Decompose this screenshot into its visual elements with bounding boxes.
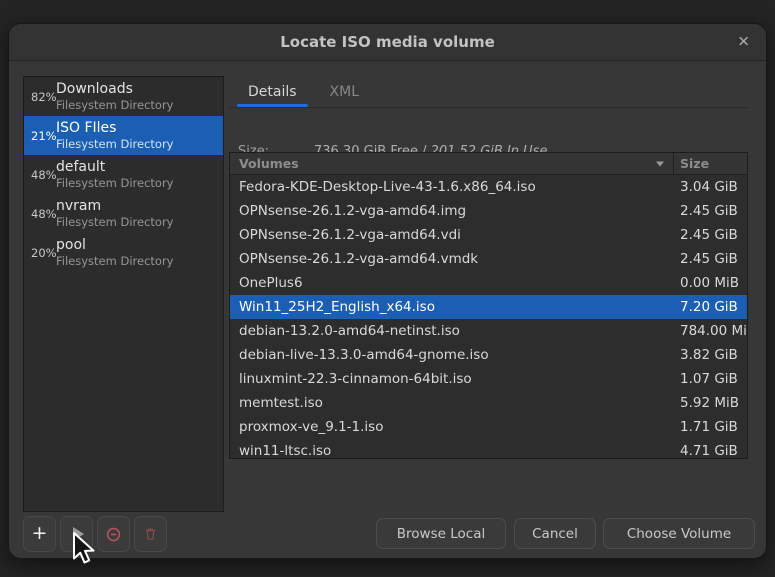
pool-usage-percent: 82%: [24, 90, 56, 104]
stop-circle-icon: [105, 526, 122, 543]
pool-name: nvram: [56, 198, 173, 215]
column-header-volumes[interactable]: Volumes: [230, 153, 674, 174]
column-header-size-label: Size: [680, 156, 709, 171]
pool-name: pool: [56, 237, 173, 254]
volume-size: 2.45 GiB: [674, 251, 747, 267]
volume-name: Win11_25H2_English_x64.iso: [230, 299, 674, 315]
close-icon[interactable]: ✕: [737, 35, 750, 50]
pool-text: nvramFilesystem Directory: [56, 198, 173, 229]
pool-usage-percent: 48%: [24, 207, 56, 221]
pool-text: ISO FIlesFilesystem Directory: [56, 120, 173, 151]
volume-row[interactable]: win11-ltsc.iso4.71 GiB: [230, 439, 747, 459]
volume-name: Fedora-KDE-Desktop-Live-43-1.6.x86_64.is…: [230, 179, 674, 195]
pool-type: Filesystem Directory: [56, 137, 173, 151]
pool-item-nvram[interactable]: 48%nvramFilesystem Directory: [24, 194, 223, 233]
browse-local-label: Browse Local: [397, 526, 485, 542]
volume-name: debian-live-13.3.0-amd64-gnome.iso: [230, 347, 674, 363]
volume-size: 1.71 GiB: [674, 419, 747, 435]
pool-usage-percent: 21%: [24, 129, 56, 143]
volume-name: OPNsense-26.1.2-vga-amd64.vdi: [230, 227, 674, 243]
volume-row[interactable]: OPNsense-26.1.2-vga-amd64.img2.45 GiB: [230, 199, 747, 223]
volume-size: 4.71 GiB: [674, 443, 747, 459]
details-tabbar: Details XML: [229, 76, 748, 108]
pool-actions-toolbar: +: [23, 516, 167, 552]
volume-size: 2.45 GiB: [674, 227, 747, 243]
volume-row[interactable]: Fedora-KDE-Desktop-Live-43-1.6.x86_64.is…: [230, 175, 747, 199]
add-pool-button[interactable]: +: [23, 516, 56, 552]
choose-volume-button[interactable]: Choose Volume: [603, 518, 755, 549]
play-icon: [73, 527, 84, 541]
pool-text: defaultFilesystem Directory: [56, 159, 173, 190]
trash-icon: [143, 526, 158, 542]
delete-pool-button[interactable]: [134, 516, 167, 552]
cancel-button[interactable]: Cancel: [514, 518, 596, 549]
pool-type: Filesystem Directory: [56, 98, 173, 112]
pool-type: Filesystem Directory: [56, 215, 173, 229]
active-tab-underline: [237, 104, 308, 107]
volume-size: 0.00 MiB: [674, 275, 747, 291]
choose-volume-label: Choose Volume: [627, 526, 731, 542]
volume-name: linuxmint-22.3-cinnamon-64bit.iso: [230, 371, 674, 387]
volume-size: 2.45 GiB: [674, 203, 747, 219]
pool-text: DownloadsFilesystem Directory: [56, 81, 173, 112]
pool-text: poolFilesystem Directory: [56, 237, 173, 268]
dialog-titlebar: Locate ISO media volume ✕: [9, 24, 766, 61]
tab-details-label: Details: [248, 84, 297, 100]
column-header-size[interactable]: Size: [674, 153, 747, 174]
pool-usage-percent: 20%: [24, 246, 56, 260]
pool-item-default[interactable]: 48%defaultFilesystem Directory: [24, 155, 223, 194]
pool-item-pool[interactable]: 20%poolFilesystem Directory: [24, 233, 223, 272]
browse-local-button[interactable]: Browse Local: [376, 518, 506, 549]
volume-row[interactable]: OPNsense-26.1.2-vga-amd64.vdi2.45 GiB: [230, 223, 747, 247]
volume-name: OPNsense-26.1.2-vga-amd64.img: [230, 203, 674, 219]
tab-xml[interactable]: XML: [316, 76, 373, 107]
volume-name: win11-ltsc.iso: [230, 443, 674, 459]
pool-item-downloads[interactable]: 82%DownloadsFilesystem Directory: [24, 77, 223, 116]
volume-row[interactable]: memtest.iso5.92 MiB: [230, 391, 747, 415]
volume-row[interactable]: debian-13.2.0-amd64-netinst.iso784.00 Mi…: [230, 319, 747, 343]
volume-size: 3.04 GiB: [674, 179, 747, 195]
pool-name: Downloads: [56, 81, 173, 98]
pool-type: Filesystem Directory: [56, 254, 173, 268]
volume-name: OPNsense-26.1.2-vga-amd64.vmdk: [230, 251, 674, 267]
tab-details[interactable]: Details: [234, 76, 311, 107]
volume-size: 7.20 GiB: [674, 299, 747, 315]
pool-type: Filesystem Directory: [56, 176, 173, 190]
volume-name: proxmox-ve_9.1-1.iso: [230, 419, 674, 435]
volumes-table-body: Fedora-KDE-Desktop-Live-43-1.6.x86_64.is…: [230, 175, 747, 459]
volume-row[interactable]: linuxmint-22.3-cinnamon-64bit.iso1.07 Gi…: [230, 367, 747, 391]
volume-name: OnePlus6: [230, 275, 674, 291]
volume-name: memtest.iso: [230, 395, 674, 411]
volume-size: 1.07 GiB: [674, 371, 747, 387]
volumes-table: Volumes Size Fedora-KDE-Desktop-Live-43-…: [229, 152, 748, 459]
storage-pool-list: 82%DownloadsFilesystem Directory21%ISO F…: [23, 76, 224, 512]
plus-icon: +: [32, 524, 48, 543]
volume-row[interactable]: Win11_25H2_English_x64.iso7.20 GiB: [230, 295, 747, 319]
tab-xml-label: XML: [330, 84, 359, 100]
volume-size: 3.82 GiB: [674, 347, 747, 363]
sort-descending-icon: [656, 161, 664, 166]
pool-name: ISO FIles: [56, 120, 173, 137]
column-header-volumes-label: Volumes: [239, 156, 299, 171]
cancel-label: Cancel: [532, 526, 578, 542]
stop-pool-button[interactable]: [97, 516, 130, 552]
volume-row[interactable]: OnePlus60.00 MiB: [230, 271, 747, 295]
volume-name: debian-13.2.0-amd64-netinst.iso: [230, 323, 674, 339]
pool-name: default: [56, 159, 173, 176]
volume-size: 784.00 MiB: [674, 323, 747, 339]
volume-row[interactable]: OPNsense-26.1.2-vga-amd64.vmdk2.45 GiB: [230, 247, 747, 271]
locate-iso-dialog: Locate ISO media volume ✕ 82%DownloadsFi…: [8, 23, 767, 559]
dialog-title: Locate ISO media volume: [280, 33, 495, 51]
volume-size: 5.92 MiB: [674, 395, 747, 411]
pool-usage-percent: 48%: [24, 168, 56, 182]
start-pool-button[interactable]: [60, 516, 93, 552]
volume-row[interactable]: proxmox-ve_9.1-1.iso1.71 GiB: [230, 415, 747, 439]
pool-item-iso-files[interactable]: 21%ISO FIlesFilesystem Directory: [24, 116, 223, 155]
volume-row[interactable]: debian-live-13.3.0-amd64-gnome.iso3.82 G…: [230, 343, 747, 367]
volumes-table-header: Volumes Size: [230, 153, 747, 175]
